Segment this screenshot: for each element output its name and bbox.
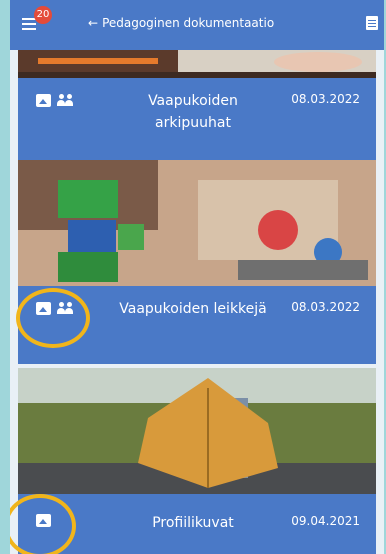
group-icon <box>57 94 75 107</box>
app-frame: 20 ← Pedagoginen dokumentaatio Vaapukoide… <box>10 0 384 554</box>
card-icons <box>36 94 75 107</box>
card-info-bar: Vaapukoiden arkipuuhat 08.03.2022 <box>18 78 376 160</box>
card-date: 08.03.2022 <box>291 92 360 106</box>
card-item[interactable]: Vaapukoiden arkipuuhat 08.03.2022 <box>18 50 376 160</box>
page-title: Pedagoginen dokumentaatio <box>102 16 275 30</box>
card-image <box>18 50 376 78</box>
card-photo <box>18 160 376 286</box>
notification-badge[interactable]: 20 <box>34 6 52 24</box>
arrow-left-icon: ← <box>88 16 99 30</box>
card-photo <box>18 368 376 494</box>
document-icon[interactable] <box>366 16 378 30</box>
card-image <box>18 160 376 286</box>
back-link[interactable]: ← Pedagoginen dokumentaatio <box>88 16 274 30</box>
card-title: Vaapukoiden leikkejä <box>119 301 267 317</box>
highlight-ring <box>16 288 90 348</box>
card-photo <box>18 50 376 78</box>
highlight-ring <box>10 494 76 554</box>
top-bar: 20 ← Pedagoginen dokumentaatio <box>10 0 384 50</box>
card-date: 09.04.2021 <box>291 514 360 528</box>
card-title: Vaapukoiden arkipuuhat <box>148 93 238 131</box>
card-title: Profiilikuvat <box>152 515 234 531</box>
card-image <box>18 368 376 494</box>
photo-icon <box>36 94 51 107</box>
card-date: 08.03.2022 <box>291 300 360 314</box>
